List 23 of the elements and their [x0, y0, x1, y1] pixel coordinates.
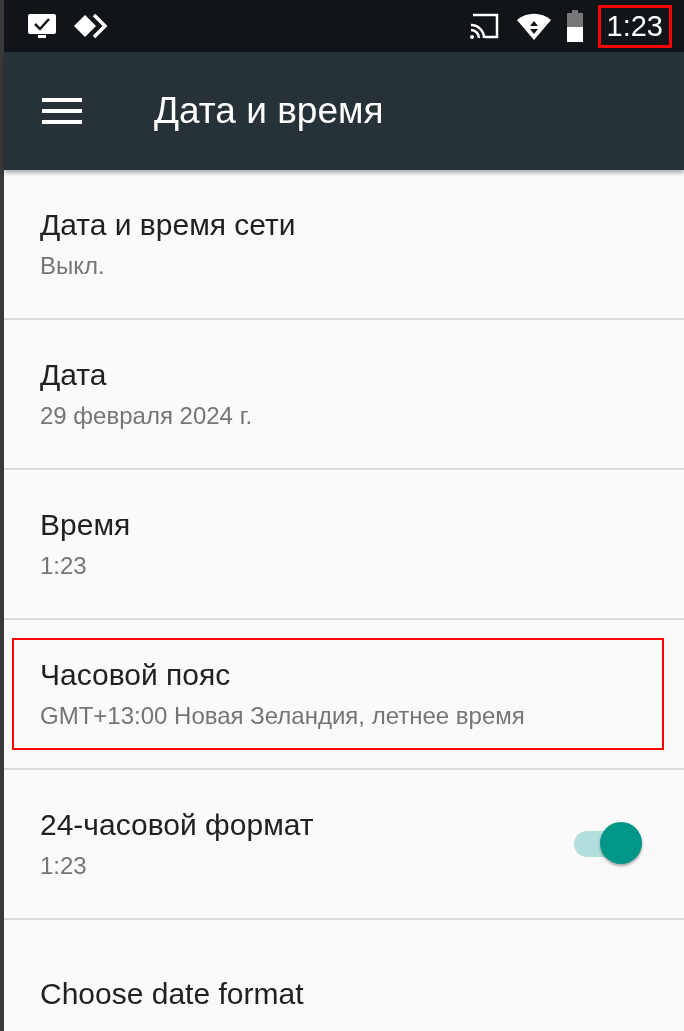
diamond-chevron-icon [72, 12, 110, 40]
setting-title: Часовой пояс [40, 658, 232, 692]
menu-icon[interactable] [42, 98, 82, 124]
setting-item[interactable]: 24-часовой формат 1:23 [12, 788, 664, 900]
setting-summary: GMT+13:00 Новая Зеландия, летнее время [40, 702, 525, 730]
battery-icon [565, 10, 584, 42]
setting-title: Дата и время сети [40, 208, 296, 242]
setting-item[interactable]: Часовой пояс GMT+13:00 Новая Зеландия, летнее время [12, 638, 664, 750]
setting-title: Дата [40, 358, 108, 392]
setting-summary: 1:23 [40, 852, 88, 880]
wifi-icon [515, 11, 552, 41]
setting-summary: 1:23 [40, 552, 88, 580]
setting-title: 24-часовой формат [40, 808, 314, 842]
clock: 1:23 [597, 4, 672, 48]
setting-item[interactable]: Время 1:23 [12, 488, 664, 600]
setting-summary: Выкл. [40, 252, 106, 280]
setting-item[interactable]: Choose date format [12, 957, 664, 1031]
setting-title: Время [40, 508, 131, 542]
screen-title: Дата и время [154, 90, 384, 132]
setting-item[interactable]: Дата 29 февраля 2024 г. [12, 338, 664, 450]
setting-item[interactable]: Дата и время сети Выкл. [12, 188, 664, 300]
setting-title: Choose date format [40, 977, 304, 1011]
setting-summary: 29 февраля 2024 г. [40, 402, 253, 430]
